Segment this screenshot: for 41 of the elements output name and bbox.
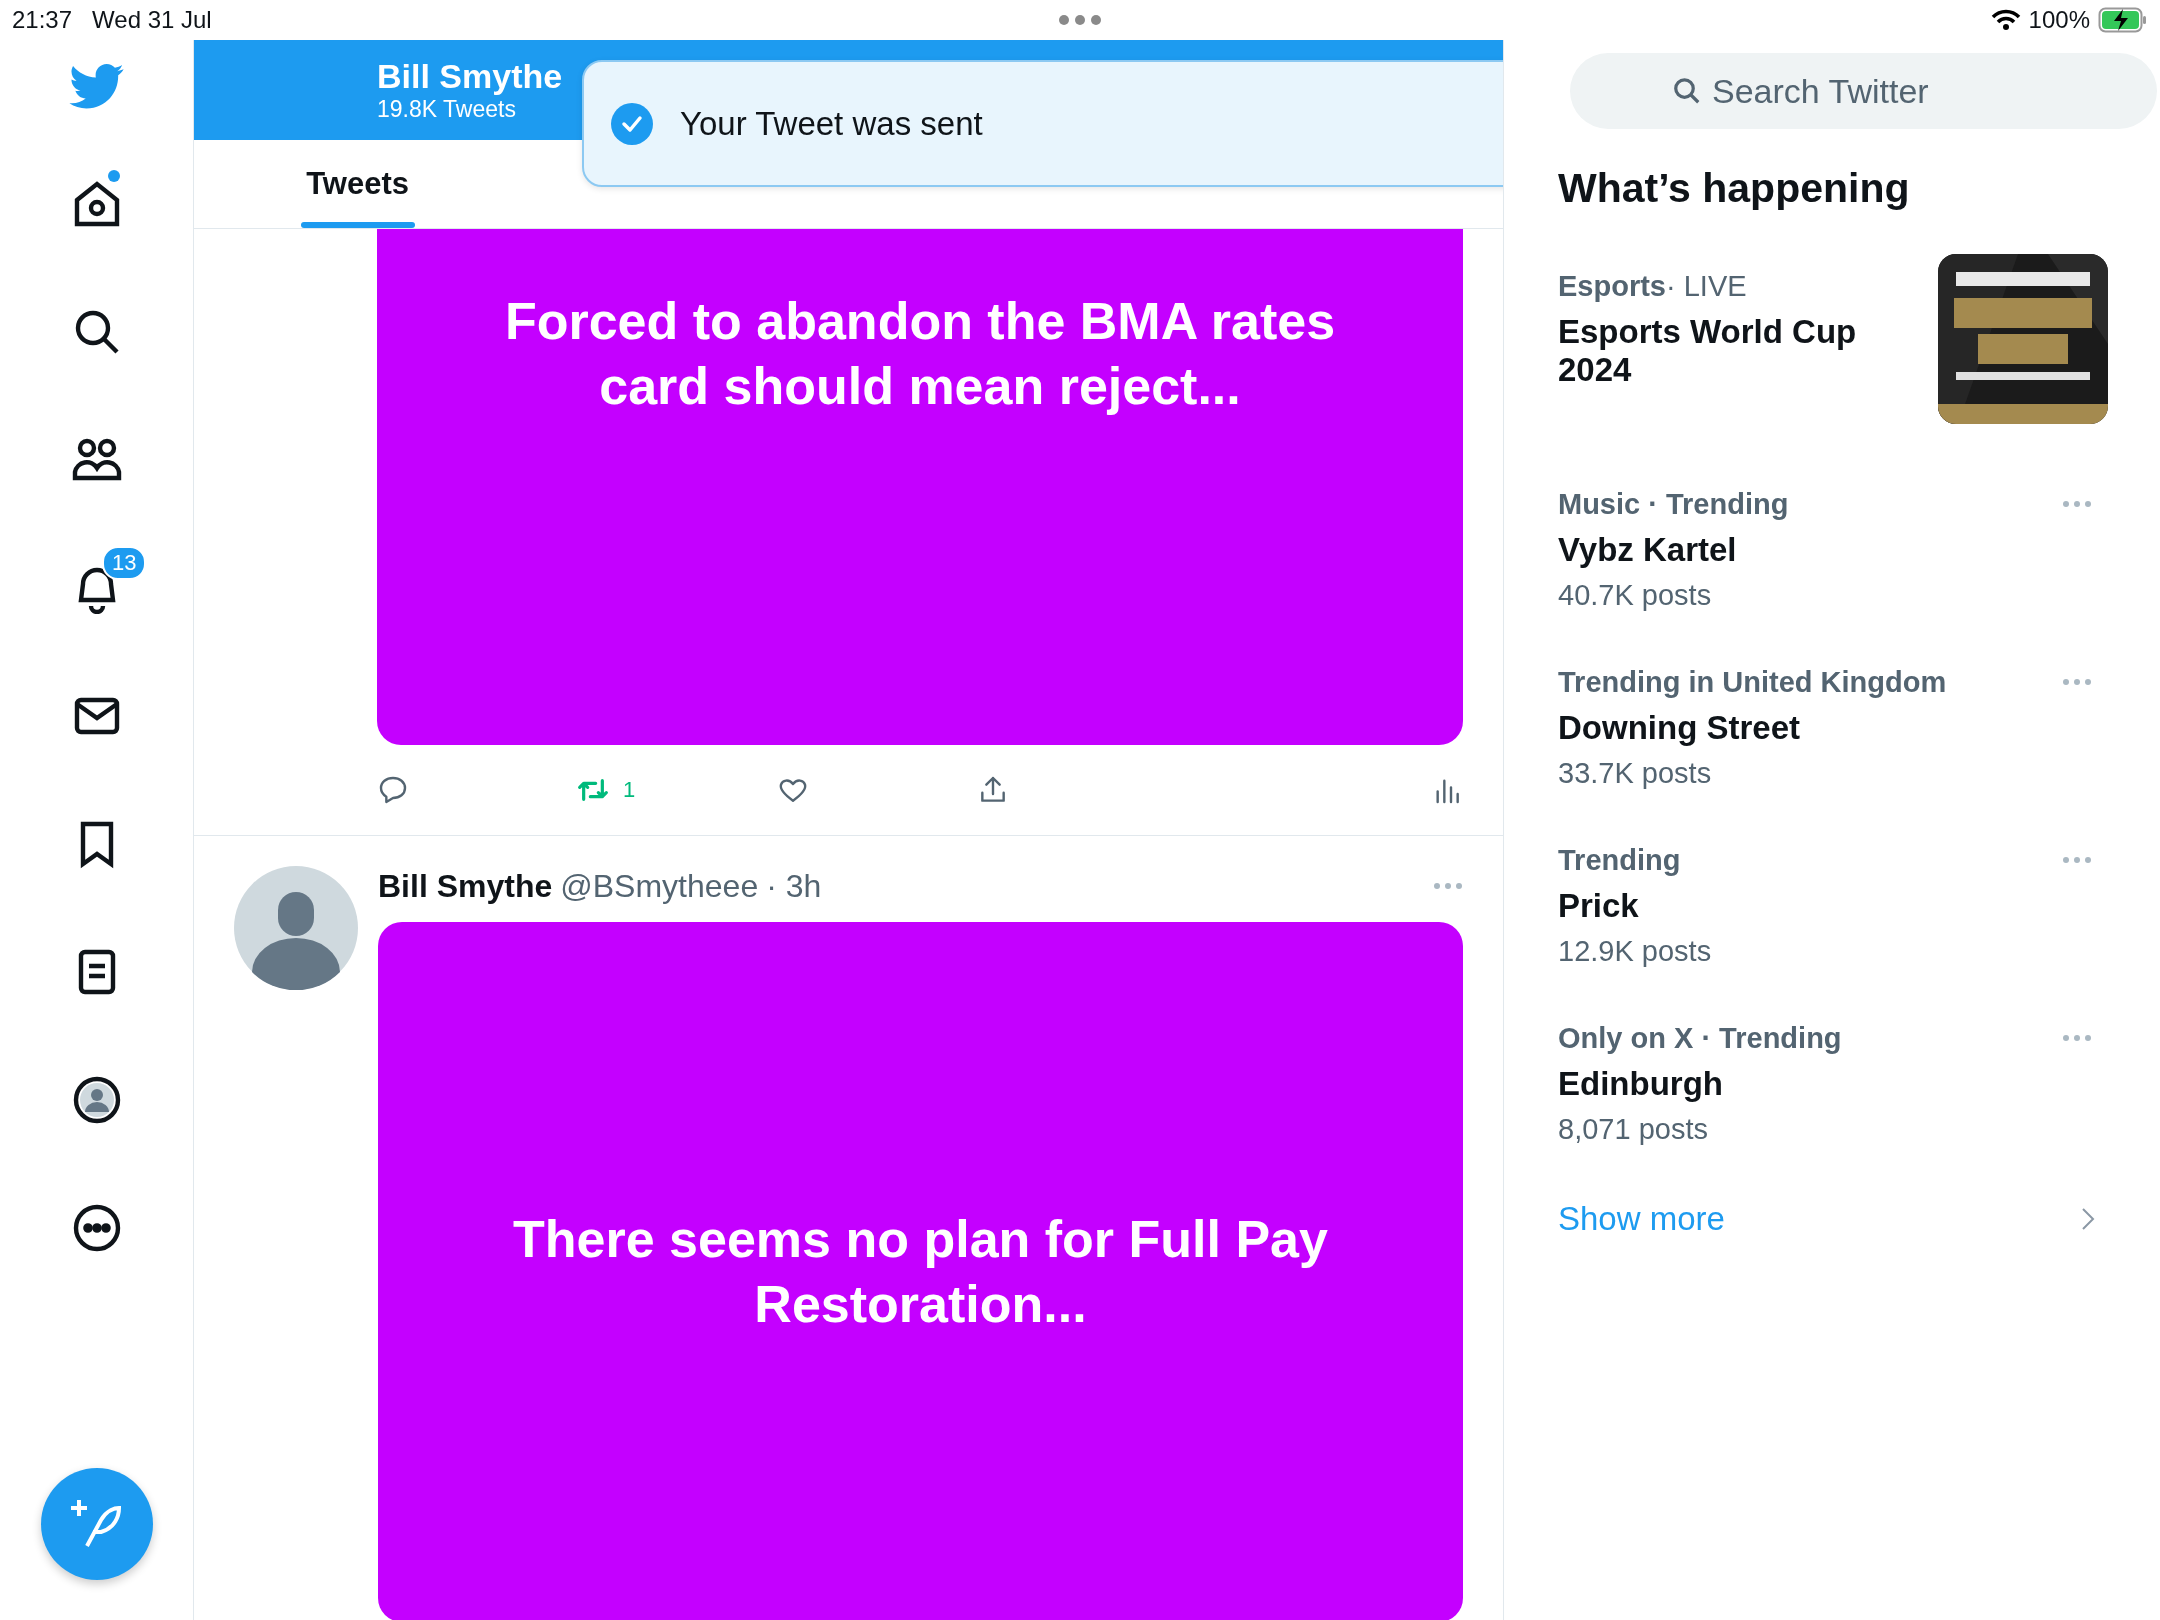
trend-title[interactable]: Prick [1558,887,2062,925]
media-text: There seems no plan for Full Pay Restoration... [512,1209,1329,1335]
trend-category: Trending [1558,844,1682,877]
trend-category: Only on X · Trending [1558,1022,1843,1055]
post-count: 40.7K posts [1558,579,1713,612]
bird-logo[interactable] [68,64,125,110]
media-text: Forced to abandon the BMA rates card should mean reject... [503,291,1337,417]
profile-tab[interactable]: Tweets [194,140,522,228]
trend-category: Esports· LIVE [1558,270,1748,303]
search-icon [1672,76,1702,106]
avatar[interactable] [234,866,358,990]
toast-text: Your Tweet was sent [680,104,983,143]
tweet-count: 19.8K Tweets [377,96,517,123]
trend-category: Trending in United Kingdom [1558,666,1948,699]
wifi-icon [1990,9,2021,31]
search-field[interactable]: Search Twitter [1570,53,2157,129]
trend-title[interactable]: Esports World Cup 2024 [1558,313,1938,389]
author-name[interactable]: Bill Smythe [378,867,553,905]
notification-count: 13 [102,546,147,580]
tweet-media[interactable]: Forced to abandon the BMA rates card should mean reject... [377,229,1463,745]
battery-percent: 100% [2028,6,2090,34]
profile-name: Bill Smythe [377,57,564,96]
post-count: 8,071 posts [1558,1113,1709,1146]
compose-button[interactable] [40,1468,153,1580]
trend-title[interactable]: Vybz Kartel [1558,531,2062,569]
status-time: 21:37 [12,6,73,34]
author-handle[interactable]: @BSmytheee [560,867,759,905]
section-title: What’s happening [1558,165,1911,212]
post-count: 12.9K posts [1558,935,1713,968]
multitasking-icon[interactable] [1058,14,1102,26]
post-count: 33.7K posts [1558,757,1713,790]
tweet-time: · 3h [766,867,822,905]
trend-title[interactable]: Edinburgh [1558,1065,2062,1103]
retweet-count: 1 [623,777,636,803]
trend-category: Music · Trending [1558,488,1790,521]
trend-title[interactable]: Downing Street [1558,709,2062,747]
tweet-media[interactable]: There seems no plan for Full Pay Restoration... [378,922,1463,1620]
status-date: Wed 31 Jul [92,6,212,34]
chevron-right-icon [2080,1206,2096,1232]
check-icon [610,101,654,146]
reply-icon[interactable] [377,774,409,806]
